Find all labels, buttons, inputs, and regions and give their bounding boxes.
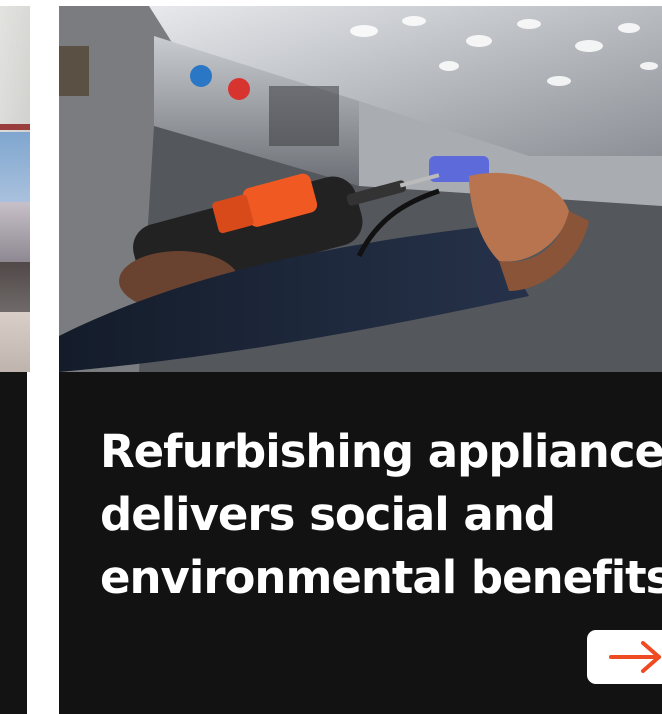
- read-more-button[interactable]: [587, 630, 662, 684]
- story-card-title[interactable]: Refurbishing appliances delivers social …: [100, 420, 662, 609]
- story-card[interactable]: Refurbishing appliances delivers social …: [59, 6, 662, 714]
- story-card-panel: Refurbishing appliances delivers social …: [59, 372, 662, 714]
- previous-card-image: [0, 6, 30, 372]
- story-card-image: [59, 6, 662, 372]
- arrow-right-icon: [609, 641, 661, 673]
- previous-card[interactable]: [0, 6, 30, 714]
- previous-card-panel: [0, 372, 27, 714]
